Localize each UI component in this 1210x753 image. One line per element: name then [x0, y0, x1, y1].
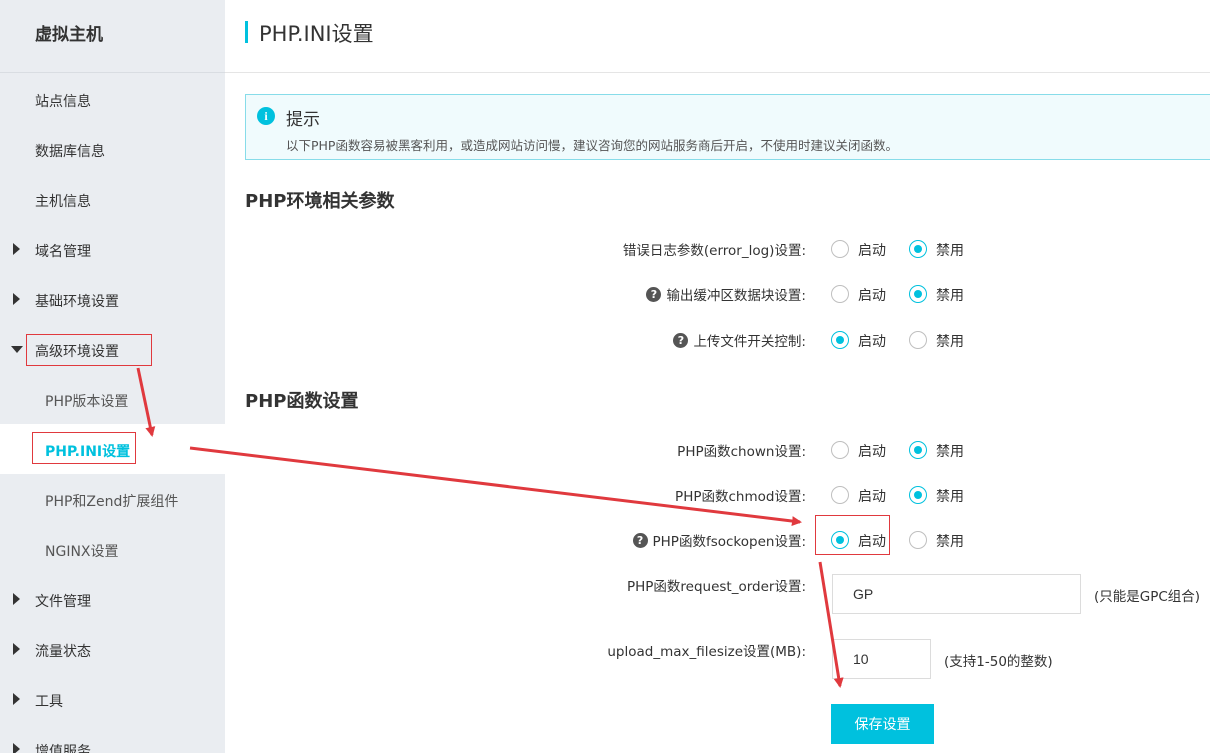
sidebar-item-database-info[interactable]: 数据库信息 [0, 124, 225, 174]
page-title: PHP.INI设置 [259, 22, 374, 46]
sidebar-item-label: 流量状态 [35, 644, 91, 660]
error-log-label: 错误日志参数(error_log)设置: [623, 239, 806, 259]
error-log-enable-radio[interactable] [831, 240, 849, 258]
radio-label: 禁用 [936, 334, 964, 350]
file-upload-enable-radio[interactable] [831, 331, 849, 349]
radio-label: 启动 [858, 444, 886, 460]
row-label-text: PHP函数chown设置: [677, 444, 806, 460]
help-icon[interactable]: ? [632, 532, 648, 548]
chown-disable-radio[interactable] [909, 441, 927, 459]
row-label-text: upload_max_filesize设置(MB): [607, 644, 806, 660]
fsockopen-disable-radio[interactable] [909, 531, 927, 549]
save-button[interactable]: 保存设置 [831, 704, 934, 744]
chown-enable-radio[interactable] [831, 441, 849, 459]
radio-label: 启动 [858, 334, 886, 350]
sidebar-item-label: 基础环境设置 [35, 294, 119, 310]
sidebar-item-label: 站点信息 [35, 94, 91, 110]
row-label-text: 输出缓冲区数据块设置: [666, 288, 806, 304]
radio-label: 禁用 [936, 444, 964, 460]
chmod-label: PHP函数chmod设置: [675, 485, 806, 505]
row-label-text: PHP函数request_order设置: [626, 579, 806, 595]
chmod-enable-radio[interactable] [831, 486, 849, 504]
row-label-text: 上传文件开关控制: [693, 334, 806, 350]
row-label-text: PHP函数fsockopen设置: [652, 534, 806, 550]
info-icon: i [257, 107, 275, 125]
request-order-input[interactable] [832, 574, 1081, 614]
tip-box: i 提示 以下PHP函数容易被黑客利用，或造成网站访问慢，建议咨询您的网站服务商… [245, 94, 1210, 160]
sidebar-item-label: 域名管理 [35, 244, 91, 260]
sidebar-item-label: 数据库信息 [35, 144, 105, 160]
output-buffer-disable-radio[interactable] [909, 285, 927, 303]
chmod-disable-radio[interactable] [909, 486, 927, 504]
sidebar-item-host-info[interactable]: 主机信息 [0, 174, 225, 224]
sidebar-item-label: 主机信息 [35, 194, 91, 210]
request-order-hint: (只能是GPC组合) [1094, 589, 1201, 605]
radio-label: 禁用 [936, 243, 964, 259]
radio-label: 禁用 [936, 489, 964, 505]
page-header: PHP.INI设置 [225, 0, 1210, 73]
sidebar-item-label: 工具 [35, 694, 63, 710]
caret-right-icon [13, 693, 20, 705]
sidebar-item-php-version[interactable]: PHP版本设置 [0, 374, 225, 424]
caret-right-icon [13, 593, 20, 605]
caret-right-icon [13, 643, 20, 655]
radio-label: 禁用 [936, 534, 964, 550]
sidebar-item-label: 增值服务 [35, 744, 91, 753]
file-upload-disable-radio[interactable] [909, 331, 927, 349]
sidebar-item-tools[interactable]: 工具 [0, 674, 225, 724]
annotation-box-advanced [26, 334, 152, 366]
sidebar-item-value-added[interactable]: 增值服务 [0, 724, 225, 753]
section-title-env: PHP环境相关参数 [245, 191, 395, 212]
caret-right-icon [13, 293, 20, 305]
sidebar-item-domain-management[interactable]: 域名管理 [0, 224, 225, 274]
upload-max-input[interactable] [832, 639, 931, 679]
sidebar-item-label: PHP版本设置 [45, 394, 129, 410]
radio-label: 启动 [858, 489, 886, 505]
chown-label: PHP函数chown设置: [677, 440, 806, 460]
tip-title: 提示 [286, 110, 320, 130]
sidebar-item-nginx[interactable]: NGINX设置 [0, 524, 225, 574]
error-log-disable-radio[interactable] [909, 240, 927, 258]
radio-label: 启动 [858, 288, 886, 304]
app-window: 虚拟主机 站点信息 数据库信息 主机信息 域名管理 基础环境设置 高级环境设置 … [0, 0, 1210, 753]
sidebar-item-label: PHP和Zend扩展组件 [45, 494, 179, 510]
output-buffer-label: ? 输出缓冲区数据块设置: [646, 284, 806, 304]
row-label-text: PHP函数chmod设置: [675, 489, 806, 505]
sidebar-item-label: 文件管理 [35, 594, 91, 610]
upload-max-hint: (支持1-50的整数) [944, 654, 1053, 670]
caret-right-icon [13, 243, 20, 255]
help-icon[interactable]: ? [673, 332, 689, 348]
fsockopen-label: ? PHP函数fsockopen设置: [632, 530, 806, 550]
caret-right-icon [13, 743, 20, 753]
sidebar-item-basic-env[interactable]: 基础环境设置 [0, 274, 225, 324]
title-accent-bar [245, 21, 248, 43]
sidebar-item-traffic-status[interactable]: 流量状态 [0, 624, 225, 674]
sidebar-divider [0, 72, 225, 73]
sidebar-item-php-zend-extensions[interactable]: PHP和Zend扩展组件 [0, 474, 225, 524]
output-buffer-enable-radio[interactable] [831, 285, 849, 303]
sidebar: 虚拟主机 站点信息 数据库信息 主机信息 域名管理 基础环境设置 高级环境设置 … [0, 0, 225, 753]
tip-text: 以下PHP函数容易被黑客利用，或造成网站访问慢，建议咨询您的网站服务商后开启，不… [286, 138, 898, 153]
sidebar-title: 虚拟主机 [35, 25, 103, 45]
caret-down-icon [11, 346, 23, 353]
request-order-label: PHP函数request_order设置: [627, 575, 806, 595]
sidebar-item-site-info[interactable]: 站点信息 [0, 74, 225, 124]
annotation-box-php-ini [32, 432, 136, 464]
sidebar-item-file-management[interactable]: 文件管理 [0, 574, 225, 624]
upload-max-label: upload_max_filesize设置(MB): [607, 640, 806, 660]
row-label-text: 错误日志参数(error_log)设置: [622, 243, 806, 259]
radio-label: 禁用 [936, 288, 964, 304]
radio-label: 启动 [858, 243, 886, 259]
section-title-func: PHP函数设置 [245, 391, 359, 412]
sidebar-item-label: NGINX设置 [45, 544, 119, 560]
file-upload-label: ? 上传文件开关控制: [673, 330, 806, 350]
help-icon[interactable]: ? [646, 286, 662, 302]
annotation-box-fsockopen [815, 515, 890, 555]
